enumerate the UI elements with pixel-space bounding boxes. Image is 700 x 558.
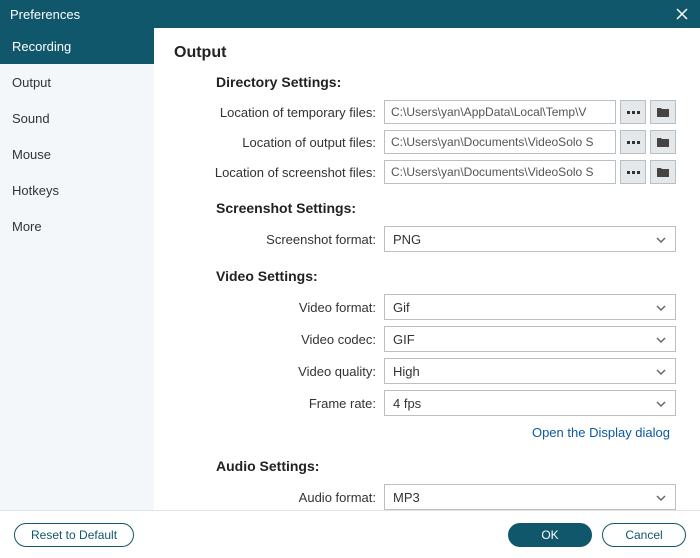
display-dialog-row: Open the Display dialog xyxy=(174,424,670,442)
select-value: 4 fps xyxy=(393,396,421,411)
label-screenshot-files: Location of screenshot files: xyxy=(174,165,384,180)
select-screenshot-format[interactable]: PNG xyxy=(384,226,676,252)
input-temp-files[interactable]: C:\Users\yan\AppData\Local\Temp\V xyxy=(384,100,616,124)
select-value: Gif xyxy=(393,300,410,315)
sidebar-item-mouse[interactable]: Mouse xyxy=(0,136,154,172)
open-display-dialog-link[interactable]: Open the Display dialog xyxy=(532,425,670,440)
select-video-format[interactable]: Gif xyxy=(384,294,676,320)
cancel-button[interactable]: Cancel xyxy=(602,523,686,547)
sidebar-item-more[interactable]: More xyxy=(0,208,154,244)
row-output-files: Location of output files: C:\Users\yan\D… xyxy=(174,130,676,154)
row-video-quality: Video quality: High xyxy=(174,358,676,384)
sidebar-item-label: Mouse xyxy=(12,147,51,162)
titlebar: Preferences xyxy=(0,0,700,28)
select-value: MP3 xyxy=(393,490,420,505)
sidebar-item-hotkeys[interactable]: Hotkeys xyxy=(0,172,154,208)
button-label: Reset to Default xyxy=(31,528,117,542)
content: Output Directory Settings: Location of t… xyxy=(154,28,700,510)
label-video-quality: Video quality: xyxy=(174,364,384,379)
row-frame-rate: Frame rate: 4 fps xyxy=(174,390,676,416)
section-audio-title: Audio Settings: xyxy=(216,458,676,474)
close-icon[interactable] xyxy=(674,6,690,22)
sidebar-item-recording[interactable]: Recording xyxy=(0,28,154,64)
button-label: OK xyxy=(541,528,558,542)
sidebar: Recording Output Sound Mouse Hotkeys Mor… xyxy=(0,28,154,510)
content-scroll[interactable]: Output Directory Settings: Location of t… xyxy=(154,28,700,510)
sidebar-item-label: Sound xyxy=(12,111,50,126)
body: Recording Output Sound Mouse Hotkeys Mor… xyxy=(0,28,700,510)
row-video-codec: Video codec: GIF xyxy=(174,326,676,352)
label-output-files: Location of output files: xyxy=(174,135,384,150)
chevron-down-icon xyxy=(655,490,667,505)
folder-icon[interactable] xyxy=(650,160,676,184)
label-temp-files: Location of temporary files: xyxy=(174,105,384,120)
sidebar-item-label: More xyxy=(12,219,42,234)
label-video-codec: Video codec: xyxy=(174,332,384,347)
row-video-format: Video format: Gif xyxy=(174,294,676,320)
chevron-down-icon xyxy=(655,364,667,379)
sidebar-item-sound[interactable]: Sound xyxy=(0,100,154,136)
label-audio-format: Audio format: xyxy=(174,490,384,505)
input-screenshot-files[interactable]: C:\Users\yan\Documents\VideoSolo S xyxy=(384,160,616,184)
select-value: PNG xyxy=(393,232,421,247)
folder-icon[interactable] xyxy=(650,130,676,154)
more-icon[interactable] xyxy=(620,160,646,184)
select-video-codec[interactable]: GIF xyxy=(384,326,676,352)
label-screenshot-format: Screenshot format: xyxy=(174,232,384,247)
sidebar-item-output[interactable]: Output xyxy=(0,64,154,100)
preferences-window: Preferences Recording Output Sound Mouse… xyxy=(0,0,700,558)
select-frame-rate[interactable]: 4 fps xyxy=(384,390,676,416)
more-icon[interactable] xyxy=(620,100,646,124)
sidebar-item-label: Recording xyxy=(12,39,71,54)
row-screenshot-files: Location of screenshot files: C:\Users\y… xyxy=(174,160,676,184)
ok-button[interactable]: OK xyxy=(508,523,592,547)
chevron-down-icon xyxy=(655,300,667,315)
row-temp-files: Location of temporary files: C:\Users\ya… xyxy=(174,100,676,124)
window-title: Preferences xyxy=(10,7,80,22)
label-frame-rate: Frame rate: xyxy=(174,396,384,411)
footer: Reset to Default OK Cancel xyxy=(0,510,700,558)
page-title: Output xyxy=(174,44,676,62)
chevron-down-icon xyxy=(655,396,667,411)
row-screenshot-format: Screenshot format: PNG xyxy=(174,226,676,252)
folder-icon[interactable] xyxy=(650,100,676,124)
sidebar-item-label: Output xyxy=(12,75,51,90)
chevron-down-icon xyxy=(655,232,667,247)
input-output-files[interactable]: C:\Users\yan\Documents\VideoSolo S xyxy=(384,130,616,154)
button-label: Cancel xyxy=(625,528,662,542)
select-audio-format[interactable]: MP3 xyxy=(384,484,676,510)
select-video-quality[interactable]: High xyxy=(384,358,676,384)
select-value: High xyxy=(393,364,420,379)
section-video-title: Video Settings: xyxy=(216,268,676,284)
section-screenshot-title: Screenshot Settings: xyxy=(216,200,676,216)
more-icon[interactable] xyxy=(620,130,646,154)
select-value: GIF xyxy=(393,332,415,347)
label-video-format: Video format: xyxy=(174,300,384,315)
chevron-down-icon xyxy=(655,332,667,347)
sidebar-item-label: Hotkeys xyxy=(12,183,59,198)
row-audio-format: Audio format: MP3 xyxy=(174,484,676,510)
reset-button[interactable]: Reset to Default xyxy=(14,523,134,547)
section-directory-title: Directory Settings: xyxy=(216,74,676,90)
